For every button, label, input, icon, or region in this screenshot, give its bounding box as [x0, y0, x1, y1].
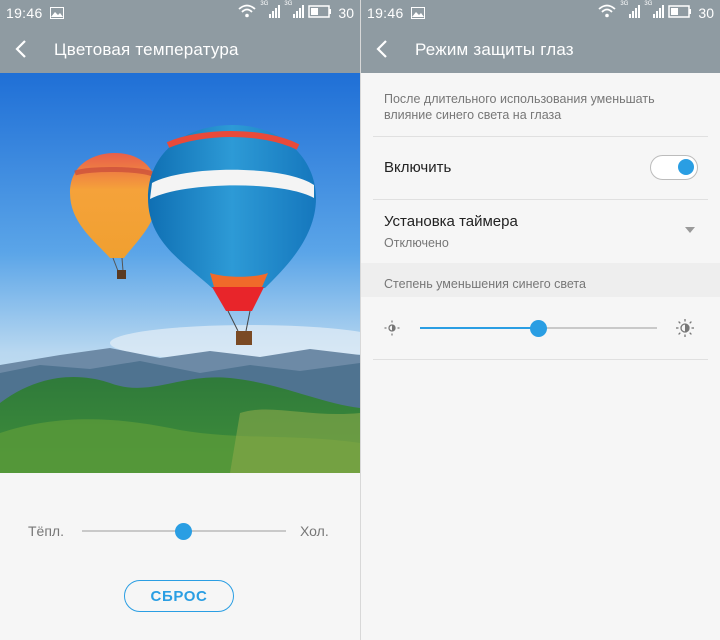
- page-title: Режим защиты глаз: [415, 40, 574, 59]
- enable-label: Включить: [384, 159, 452, 176]
- network-type-label: 3G: [284, 1, 293, 7]
- sun-high-icon: [675, 318, 695, 343]
- status-time: 19:46: [367, 5, 404, 21]
- eye-protection-description: После длительного использования уменьшат…: [384, 92, 655, 122]
- status-bar: 19:46 3G 3G 30: [361, 0, 720, 26]
- status-bar: 19:46 3G 3G 30: [0, 0, 360, 26]
- picture-icon: [50, 6, 64, 22]
- battery-level: 30: [338, 4, 354, 21]
- blue-light-track-filled[interactable]: [420, 327, 538, 329]
- divider: [373, 359, 708, 360]
- app-bar: Цветовая температура: [0, 26, 360, 73]
- page-title: Цветовая температура: [54, 40, 239, 59]
- battery-level: 30: [698, 4, 714, 21]
- warm-label: Тёпл.: [28, 523, 64, 539]
- divider: [373, 199, 708, 200]
- blue-light-track[interactable]: [538, 327, 657, 329]
- color-temperature-slider-thumb[interactable]: [175, 523, 192, 540]
- battery-icon: [668, 4, 692, 21]
- app-bar: Режим защиты глаз: [361, 26, 720, 73]
- enable-toggle[interactable]: [650, 155, 698, 180]
- back-arrow-icon[interactable]: [14, 39, 28, 64]
- signal-icon: 3G: [260, 1, 281, 21]
- signal-icon: 3G: [620, 1, 641, 21]
- blue-light-section-label: Степень уменьшения синего света: [384, 277, 586, 291]
- reset-button[interactable]: СБРОС: [124, 580, 234, 612]
- network-type-label: 3G: [260, 1, 269, 7]
- wifi-icon: [598, 4, 617, 21]
- section-header: Степень уменьшения синего света: [361, 263, 720, 297]
- timer-setting-value: Отключено: [384, 236, 449, 250]
- status-time: 19:46: [6, 5, 43, 21]
- wifi-icon: [238, 4, 257, 21]
- divider: [373, 136, 708, 137]
- signal-icon: 3G: [644, 1, 665, 21]
- dropdown-arrow-icon[interactable]: [685, 227, 695, 233]
- cold-label: Хол.: [300, 523, 329, 539]
- color-temperature-screen: 19:46 3G 3G 30 Цветовая температура Тёпл…: [0, 0, 360, 640]
- back-arrow-icon[interactable]: [375, 39, 389, 64]
- preview-image: [0, 73, 360, 473]
- blue-light-slider-thumb[interactable]: [530, 320, 547, 337]
- network-type-label: 3G: [620, 1, 629, 7]
- sun-low-icon: [383, 319, 401, 342]
- picture-icon: [411, 6, 425, 22]
- eye-protection-screen: 19:46 3G 3G 30 Режим защиты глаз После д…: [361, 0, 720, 640]
- timer-setting-label[interactable]: Установка таймера: [384, 213, 518, 230]
- battery-icon: [308, 4, 332, 21]
- toggle-knob: [678, 159, 694, 175]
- network-type-label: 3G: [644, 1, 653, 7]
- color-temperature-slider-row: Тёпл. Хол.: [0, 515, 360, 547]
- signal-icon: 3G: [284, 1, 305, 21]
